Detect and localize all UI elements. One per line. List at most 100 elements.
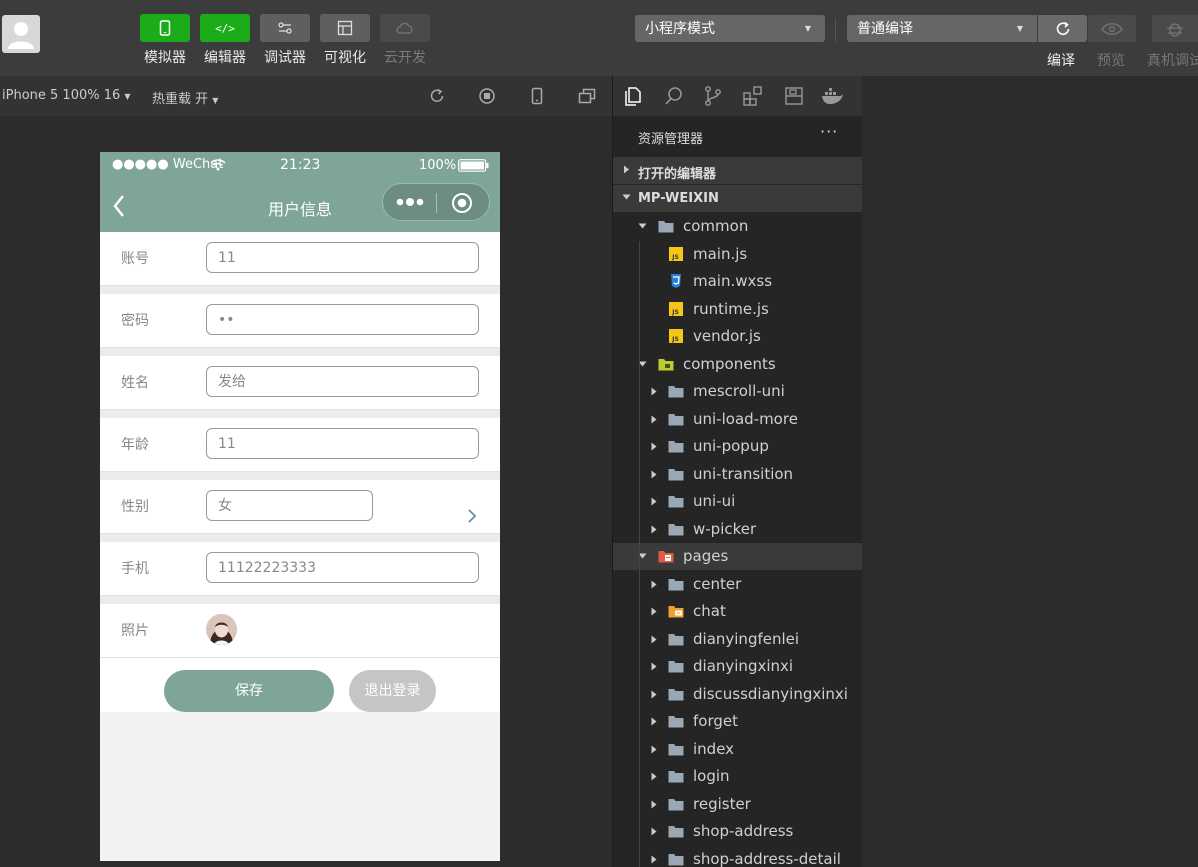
caret-down-icon <box>622 194 631 200</box>
folder-icon <box>668 798 684 810</box>
tree-item-label: main.js <box>693 244 748 263</box>
more-options-icon[interactable]: ··· <box>820 122 838 141</box>
tree-folder-discussdianyingxinxi[interactable]: discussdianyingxinxi <box>613 681 862 708</box>
password-input[interactable]: •• <box>206 304 479 335</box>
user-avatar[interactable] <box>2 15 40 53</box>
tree-folder-uni-load-more[interactable]: uni-load-more <box>613 406 862 433</box>
simulator-label: 模拟器 <box>144 50 186 66</box>
editor-button[interactable]: </> 编辑器 <box>200 14 250 74</box>
caret-right-icon <box>651 497 657 506</box>
remote-debug-label: 真机调试 <box>1147 53 1198 69</box>
tree-item-label: register <box>693 794 751 813</box>
stop-icon[interactable] <box>477 86 497 106</box>
tree-folder-uni-ui[interactable]: uni-ui <box>613 488 862 515</box>
tree-folder-shop-address-detail[interactable]: shop-address-detail <box>613 846 862 867</box>
tree-folder-mescroll-uni[interactable]: mescroll-uni <box>613 378 862 405</box>
capsule-divider <box>436 193 437 213</box>
gender-row[interactable]: 性别 女 <box>100 480 500 534</box>
detach-window-icon[interactable] <box>577 86 597 106</box>
age-input[interactable]: 11 <box>206 428 479 459</box>
save-button[interactable]: 保存 <box>164 670 334 712</box>
compile-label: 编译 <box>1047 53 1075 69</box>
svg-text:JS: JS <box>671 336 679 343</box>
visualize-button[interactable]: 可视化 <box>320 14 370 74</box>
components-folder-icon <box>658 358 674 370</box>
compile-select[interactable]: 普通编译 ▼ <box>847 15 1037 42</box>
more-dots-icon[interactable] <box>395 196 425 208</box>
gender-picker[interactable]: 女 <box>206 490 373 521</box>
compile-button[interactable] <box>1038 15 1087 42</box>
reload-icon[interactable] <box>427 86 447 106</box>
open-editors-section[interactable]: 打开的编辑器 <box>613 157 862 184</box>
hot-reload-select[interactable]: 热重载 开 ▼ <box>152 88 218 107</box>
debug-icon <box>260 14 310 42</box>
caret-down-icon <box>638 223 647 229</box>
phone-icon <box>140 14 190 42</box>
folder-icon <box>668 413 684 425</box>
device-select[interactable]: iPhone 5 100% 16 ▼ <box>2 88 131 103</box>
editor-area <box>862 76 1198 867</box>
tree-folder-pages[interactable]: pages <box>613 543 862 570</box>
tree-folder-uni-transition[interactable]: uni-transition <box>613 461 862 488</box>
avatar[interactable] <box>206 614 237 645</box>
tree-folder-shop-address[interactable]: shop-address <box>613 818 862 845</box>
tree-folder-login[interactable]: login <box>613 763 862 790</box>
storage-icon[interactable] <box>782 84 806 108</box>
cloud-dev-button[interactable]: 云开发 <box>380 14 430 74</box>
row-divider <box>100 534 500 542</box>
tree-file-vendor-js[interactable]: JS vendor.js <box>613 323 862 350</box>
folder-icon <box>668 661 684 673</box>
folder-icon <box>668 743 684 755</box>
tree-folder-w-picker[interactable]: w-picker <box>613 516 862 543</box>
logout-button[interactable]: 退出登录 <box>349 670 436 712</box>
docker-icon[interactable] <box>820 84 844 108</box>
account-input[interactable]: 11 <box>206 242 479 273</box>
tree-folder-forget[interactable]: forget <box>613 708 862 735</box>
close-miniprogram-icon[interactable] <box>451 192 473 214</box>
project-section[interactable]: MP-WEIXIN <box>613 185 862 212</box>
tree-folder-common[interactable]: common <box>613 213 862 240</box>
tree-folder-index[interactable]: index <box>613 736 862 763</box>
caret-right-icon <box>651 387 657 396</box>
caret-right-icon <box>651 607 657 616</box>
name-input[interactable]: 发给 <box>206 366 479 397</box>
tree-folder-dianyingxinxi[interactable]: dianyingxinxi <box>613 653 862 680</box>
search-icon[interactable] <box>662 84 686 108</box>
preview-button[interactable] <box>1088 15 1136 42</box>
extensions-icon[interactable] <box>741 84 765 108</box>
js-file-icon: JS <box>669 301 683 316</box>
capsule-menu <box>382 183 490 221</box>
svg-text:JS: JS <box>671 254 679 261</box>
tree-item-label: center <box>693 574 742 593</box>
tree-file-main-js[interactable]: JS main.js <box>613 241 862 268</box>
tree-item-label: common <box>683 217 749 235</box>
tree-folder-dianyingfenlei[interactable]: dianyingfenlei <box>613 626 862 653</box>
tree-folder-chat[interactable]: chat <box>613 598 862 625</box>
caret-right-icon <box>651 745 657 753</box>
compile-select-value: 普通编译 <box>857 21 913 37</box>
wifi-icon <box>210 159 226 171</box>
nav-bar: 用户信息 <box>100 180 500 232</box>
tree-folder-components[interactable]: components <box>613 351 862 378</box>
row-divider <box>100 596 500 604</box>
tree-item-label: uni-popup <box>693 437 769 455</box>
simulator-button[interactable]: 模拟器 <box>140 14 190 74</box>
caret-right-icon <box>651 800 657 808</box>
files-icon[interactable] <box>621 84 645 108</box>
tree-folder-register[interactable]: register <box>613 791 862 818</box>
mode-select[interactable]: 小程序模式 ▼ <box>635 15 825 42</box>
tree-item-label: discussdianyingxinxi <box>693 684 848 703</box>
phone-input[interactable]: 11122223333 <box>206 552 479 583</box>
device-rotate-icon[interactable] <box>527 86 547 106</box>
refresh-icon <box>1056 21 1069 35</box>
folder-icon <box>668 633 684 645</box>
tree-file-main-wxss[interactable]: main.wxss <box>613 268 862 295</box>
caret-right-icon <box>651 772 657 781</box>
debugger-button[interactable]: 调试器 <box>260 14 310 74</box>
tree-folder-center[interactable]: center <box>613 571 862 598</box>
git-branch-icon[interactable] <box>701 84 725 108</box>
tree-item-label: mescroll-uni <box>693 382 785 400</box>
tree-file-runtime-js[interactable]: JS runtime.js <box>613 296 862 323</box>
tree-folder-uni-popup[interactable]: uni-popup <box>613 433 862 460</box>
remote-debug-button[interactable] <box>1152 15 1198 42</box>
